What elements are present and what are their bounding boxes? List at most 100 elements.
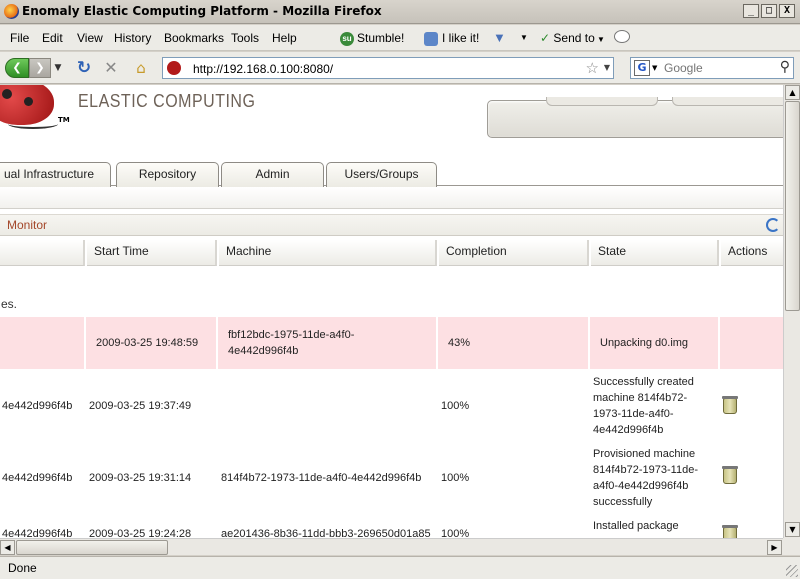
navigation-toolbar: ❮ ❯ ▼ ↻ ✕ ⌂ http://192.168.0.100:8080/ ☆…: [0, 52, 800, 84]
menu-tools[interactable]: Tools: [231, 31, 259, 45]
vertical-scroll-thumb[interactable]: [785, 101, 800, 311]
chat-icon[interactable]: [614, 30, 630, 43]
horizontal-scrollbar[interactable]: ◀ ▶: [0, 538, 783, 555]
table-row[interactable]: 4e442d996f4b 2009-03-25 19:37:49 100% Su…: [0, 372, 783, 442]
menu-history[interactable]: History: [114, 31, 151, 45]
start-time-cell: 2009-03-25 19:37:49: [89, 400, 192, 412]
table-note: es.: [1, 297, 18, 311]
firefox-icon: [4, 4, 19, 19]
scroll-down-icon[interactable]: ▼: [785, 522, 800, 537]
home-icon[interactable]: ⌂: [132, 58, 150, 78]
completion-cell: 100%: [441, 400, 470, 412]
column-header-machine[interactable]: Machine: [219, 240, 437, 266]
brand-title: ELASTIC COMPUTING: [78, 92, 256, 112]
delete-icon[interactable]: [722, 525, 738, 538]
url-bar[interactable]: http://192.168.0.100:8080/ ☆ ▼: [162, 57, 614, 79]
state-cell: Unpacking d0.img: [600, 337, 689, 349]
table-row[interactable]: 2009-03-25 19:48:59 fbf12bdc-1975-11de-a…: [0, 317, 783, 369]
thumbs-dropdown-icon[interactable]: ▼: [520, 29, 528, 47]
monitor-panel-header: Monitor: [0, 214, 783, 236]
completion-cell: 43%: [448, 337, 471, 349]
page-header: TM ELASTIC COMPUTING: [0, 85, 783, 158]
start-time-cell: 2009-03-25 19:48:59: [96, 337, 199, 349]
column-separator: [84, 317, 86, 369]
maximize-button[interactable]: □: [761, 4, 777, 18]
search-icon[interactable]: ⚲: [780, 59, 790, 75]
state-cell: Provisioned machine 814f4b72-1973-11de-a…: [593, 448, 698, 508]
send-icon: ✓: [540, 31, 551, 45]
machine-cell[interactable]: ae201436-8b36-11dd-bbb3-269650d01a85: [221, 526, 431, 538]
column-separator: [588, 317, 590, 369]
site-favicon: [167, 61, 181, 75]
sub-navigation-bar: [0, 187, 783, 209]
resize-grip-icon[interactable]: [786, 565, 798, 577]
menu-bookmarks[interactable]: Bookmarks: [164, 31, 224, 45]
start-time-cell: 2009-03-25 19:24:28: [89, 528, 192, 538]
header-tab-left[interactable]: [546, 97, 658, 106]
page-viewport: TM ELASTIC COMPUTING ual Infrastructure …: [0, 85, 783, 538]
close-button[interactable]: X: [779, 4, 795, 18]
status-bar: Done: [0, 556, 800, 579]
thumbs-down-icon[interactable]: ▼: [493, 29, 506, 47]
tab-virtual-infrastructure[interactable]: ual Infrastructure: [0, 162, 111, 187]
menu-bar: File Edit View History Bookmarks Tools H…: [0, 25, 800, 51]
google-icon[interactable]: G: [634, 60, 650, 76]
menu-view[interactable]: View: [77, 31, 103, 45]
url-text[interactable]: http://192.168.0.100:8080/: [193, 62, 333, 76]
stumble-button[interactable]: su Stumble!: [340, 29, 404, 47]
minimize-button[interactable]: _: [743, 4, 759, 18]
send-to-button[interactable]: ✓ Send to ▼: [540, 29, 605, 47]
search-input[interactable]: [664, 61, 772, 75]
window-titlebar: Enomaly Elastic Computing Platform - Moz…: [0, 0, 800, 24]
search-box[interactable]: G ▼ ⚲: [630, 57, 794, 79]
forward-button[interactable]: ❯: [29, 58, 51, 78]
column-separator: [718, 317, 720, 369]
completion-cell: 100%: [441, 472, 470, 484]
back-button[interactable]: ❮: [5, 58, 29, 78]
vertical-scrollbar[interactable]: ▲ ▼: [783, 85, 800, 538]
bookmark-star-icon[interactable]: ☆: [586, 59, 599, 77]
scrollbar-corner: [783, 538, 800, 555]
machine-cell[interactable]: fbf12bdc-1975-11de-a4f0-4e442d996f4b: [228, 327, 378, 359]
column-header-actions[interactable]: Actions: [721, 240, 783, 266]
delete-icon[interactable]: [722, 466, 738, 484]
tab-admin[interactable]: Admin: [221, 162, 324, 187]
history-dropdown-icon[interactable]: ▼: [52, 58, 64, 78]
thumbs-up-icon: [424, 31, 438, 46]
refresh-icon[interactable]: [766, 218, 780, 232]
tab-users-groups[interactable]: Users/Groups: [326, 162, 437, 187]
logo-legs: [8, 119, 58, 129]
column-header-state[interactable]: State: [591, 240, 719, 266]
tab-repository[interactable]: Repository: [116, 162, 219, 187]
completion-cell: 100%: [441, 528, 470, 538]
engine-dropdown-icon[interactable]: ▼: [652, 64, 657, 72]
scroll-right-icon[interactable]: ▶: [767, 540, 782, 555]
delete-icon[interactable]: [722, 396, 738, 414]
column-header-start-time[interactable]: Start Time: [87, 240, 217, 266]
job-id-cell: 4e442d996f4b: [2, 528, 73, 538]
stop-icon[interactable]: ✕: [102, 58, 120, 78]
header-tab-right[interactable]: [672, 97, 783, 106]
state-cell: Successfully created machine 814f4b72-19…: [593, 376, 694, 436]
send-to-label: Send to: [553, 31, 595, 45]
menu-file[interactable]: File: [10, 31, 29, 45]
column-header-completion[interactable]: Completion: [439, 240, 589, 266]
url-dropdown-icon[interactable]: ▼: [604, 63, 610, 72]
scroll-left-icon[interactable]: ◀: [0, 540, 15, 555]
reload-icon[interactable]: ↻: [75, 58, 93, 78]
start-time-cell: 2009-03-25 19:31:14: [89, 472, 192, 484]
scroll-up-icon[interactable]: ▲: [785, 85, 800, 100]
job-id-cell: 4e442d996f4b: [2, 472, 73, 484]
column-separator: [436, 317, 438, 369]
table-row[interactable]: 4e442d996f4b 2009-03-25 19:24:28 ae20143…: [0, 516, 783, 538]
like-button[interactable]: I like it!: [424, 29, 479, 47]
horizontal-scroll-thumb[interactable]: [16, 540, 168, 555]
machine-cell[interactable]: 814f4b72-1973-11de-a4f0-4e442d996f4b: [221, 470, 421, 486]
menu-edit[interactable]: Edit: [42, 31, 63, 45]
column-header-id[interactable]: [0, 240, 85, 266]
table-row[interactable]: 4e442d996f4b 2009-03-25 19:31:14 814f4b7…: [0, 444, 783, 514]
main-tabs: ual Infrastructure Repository Admin User…: [0, 158, 783, 187]
job-id-cell: 4e442d996f4b: [2, 400, 73, 412]
menu-help[interactable]: Help: [272, 31, 297, 45]
like-label: I like it!: [442, 31, 480, 45]
